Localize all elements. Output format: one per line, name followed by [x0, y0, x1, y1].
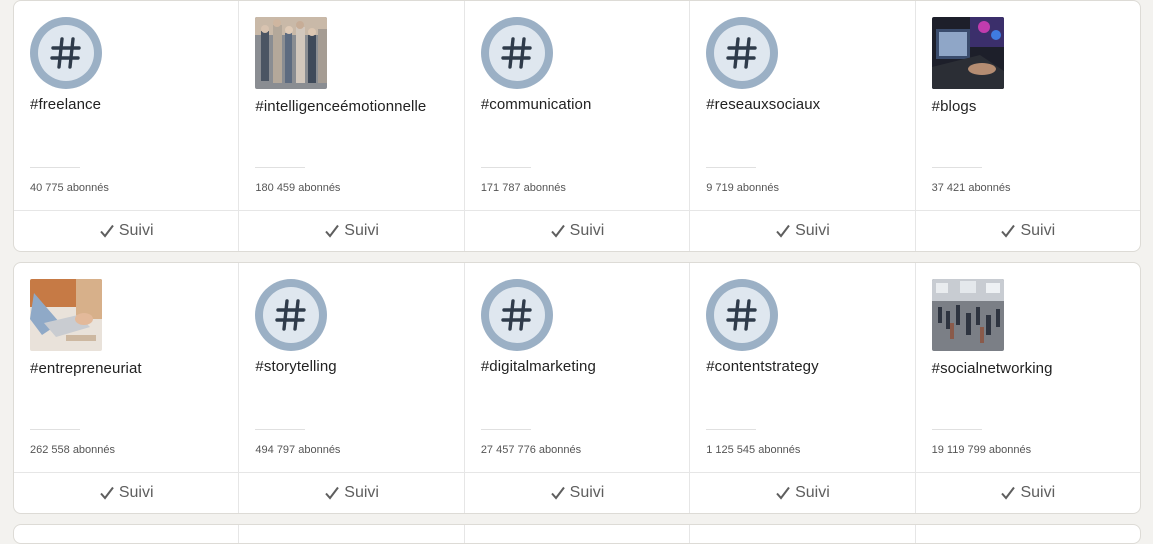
follower-count: 37 421 abonnés	[931, 182, 1011, 194]
divider	[931, 167, 982, 168]
hashtag-card[interactable]: #storytelling 494 797 abonnés Suivi	[239, 263, 465, 513]
station-crowd-photo	[931, 279, 1004, 351]
follow-label: Suivi	[344, 484, 379, 501]
follow-label: Suivi	[1020, 222, 1056, 239]
follow-button[interactable]: Suivi	[14, 210, 239, 251]
checkmark-icon	[1000, 223, 1016, 239]
hashtag-row-3	[13, 524, 1141, 544]
divider	[255, 429, 306, 430]
checkmark-icon	[324, 485, 340, 501]
hashtag-name[interactable]: #reseauxsociaux	[706, 96, 820, 113]
desk-laptop-photo	[30, 279, 102, 351]
follower-count: 19 119 799 abonnés	[931, 444, 1032, 456]
hashtag-card[interactable]	[14, 525, 240, 543]
divider	[480, 429, 531, 430]
checkmark-icon	[99, 223, 115, 239]
hashtag-icon	[30, 17, 102, 89]
divider	[706, 429, 757, 430]
hashtag-name[interactable]: #contentstrategy	[706, 358, 819, 375]
hashtag-card[interactable]: #entrepreneuriat 262 558 abonnés Suivi	[14, 263, 240, 513]
hashtag-icon	[255, 279, 328, 351]
follow-button[interactable]: Suivi	[690, 210, 915, 251]
hashtag-row-1: #freelance 40 775 abonnés Suivi #intelli…	[13, 0, 1141, 252]
follower-count: 1 125 545 abonnés	[706, 444, 801, 456]
follow-button[interactable]: Suivi	[464, 472, 690, 513]
follow-label: Suivi	[795, 484, 830, 501]
hashtag-name[interactable]: #communication	[481, 96, 592, 113]
follow-label: Suivi	[569, 484, 605, 501]
follower-count: 180 459 abonnés	[255, 182, 341, 194]
hashtag-card[interactable]: #contentstrategy 1 125 545 abonnés Suivi	[690, 263, 916, 513]
hashtag-name[interactable]: #socialnetworking	[932, 360, 1053, 377]
follower-count: 40 775 abonnés	[30, 182, 109, 194]
crowd-photo	[255, 17, 328, 89]
hashtag-icon	[706, 279, 779, 351]
checkmark-icon	[1000, 485, 1016, 501]
follower-count: 262 558 abonnés	[30, 444, 116, 456]
checkmark-icon	[99, 485, 115, 501]
hashtag-name[interactable]: #blogs	[932, 98, 977, 115]
checkmark-icon	[775, 223, 791, 239]
follow-label: Suivi	[795, 222, 830, 239]
hashtag-card[interactable]	[916, 525, 1140, 543]
follow-button[interactable]: Suivi	[915, 210, 1140, 251]
hashtag-card[interactable]: #communication 171 787 abonnés Suivi	[464, 1, 691, 251]
hashtag-name[interactable]: #entrepreneuriat	[30, 360, 142, 377]
divider	[480, 167, 531, 168]
hashtag-card[interactable]: #blogs 37 421 abonnés Suivi	[915, 1, 1140, 251]
follow-button[interactable]: Suivi	[690, 472, 915, 513]
follow-label: Suivi	[1020, 484, 1056, 501]
follow-button[interactable]: Suivi	[239, 472, 464, 513]
hashtag-icon	[706, 17, 779, 89]
hashtag-card[interactable]: #digitalmarketing 27 457 776 abonnés Sui…	[464, 263, 691, 513]
hashtag-card[interactable]	[690, 525, 916, 543]
hashtag-card[interactable]: #freelance 40 775 abonnés Suivi	[14, 1, 240, 251]
checkmark-icon	[550, 485, 566, 501]
divider	[30, 429, 80, 430]
follower-count: 171 787 abonnés	[480, 182, 566, 194]
follow-button[interactable]: Suivi	[915, 472, 1140, 513]
checkmark-icon	[775, 485, 791, 501]
hashtag-card[interactable]: #reseauxsociaux 9 719 abonnés Suivi	[690, 1, 916, 251]
hashtag-card[interactable]	[239, 525, 465, 543]
laptop-photo	[931, 17, 1004, 89]
divider	[931, 429, 982, 430]
hashtag-card[interactable]: #intelligenceémotionnelle 180 459 abonné…	[239, 1, 465, 251]
follow-label: Suivi	[118, 222, 154, 239]
hashtag-name[interactable]: #storytelling	[255, 358, 336, 375]
hashtag-card[interactable]	[465, 525, 691, 543]
follow-button[interactable]: Suivi	[239, 210, 464, 251]
divider	[255, 167, 306, 168]
checkmark-icon	[550, 223, 566, 239]
follow-label: Suivi	[344, 222, 379, 239]
follower-count: 27 457 776 abonnés	[480, 444, 582, 456]
hashtag-row-2: #entrepreneuriat 262 558 abonnés Suivi #…	[13, 262, 1141, 514]
follower-count: 9 719 abonnés	[706, 182, 780, 194]
follow-button[interactable]: Suivi	[14, 472, 239, 513]
follow-label: Suivi	[118, 484, 154, 501]
follower-count: 494 797 abonnés	[255, 444, 341, 456]
hashtag-icon	[480, 17, 553, 89]
hashtag-name[interactable]: #freelance	[30, 96, 101, 113]
follow-label: Suivi	[569, 222, 605, 239]
divider	[706, 167, 757, 168]
hashtag-card[interactable]: #socialnetworking 19 119 799 abonnés Sui…	[915, 263, 1140, 513]
hashtag-icon	[480, 279, 553, 351]
hashtag-name[interactable]: #digitalmarketing	[481, 358, 596, 375]
follow-button[interactable]: Suivi	[464, 210, 690, 251]
hashtag-name[interactable]: #intelligenceémotionnelle	[255, 98, 426, 115]
checkmark-icon	[324, 223, 340, 239]
divider	[30, 167, 80, 168]
